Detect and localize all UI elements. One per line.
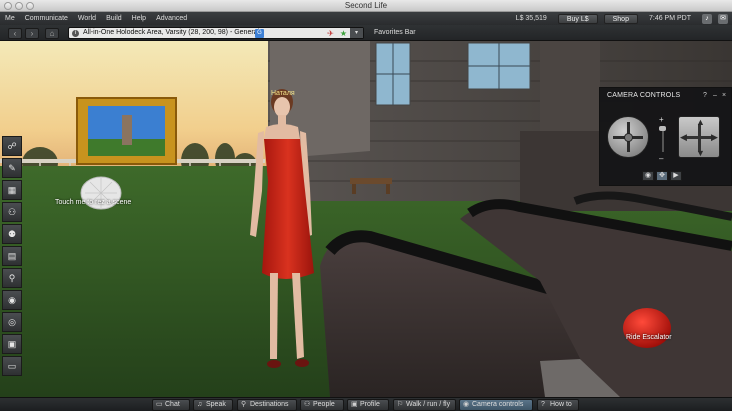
- inventory-icon[interactable]: ▤: [2, 246, 22, 266]
- camera-preset-icon[interactable]: ✥: [656, 171, 668, 181]
- menu-me[interactable]: Me: [0, 15, 20, 22]
- navigation-bar: ‹ › ⌂ i All-in-One Holodeck Area, Varsit…: [0, 25, 732, 41]
- chat-button[interactable]: ▭ Chat: [152, 399, 190, 411]
- buy-currency-button[interactable]: Buy L$: [557, 13, 598, 24]
- no-fly-icon[interactable]: ✈: [327, 29, 334, 38]
- bottom-toolbar: ▭ Chat ♫ Speak ⚲ Destinations ⚇ People ▣ Prof…: [0, 397, 732, 411]
- profile-button-label: Profile: [360, 401, 380, 408]
- chat-log-icon[interactable]: ▭: [2, 356, 22, 376]
- location-dropdown-button[interactable]: ▾: [350, 28, 363, 38]
- balance-display[interactable]: L$ 35,519: [511, 15, 552, 22]
- gestures-icon[interactable]: ☍: [2, 136, 22, 156]
- chat-button-label: Chat: [165, 401, 180, 408]
- menu-advanced[interactable]: Advanced: [151, 15, 192, 22]
- help-book-icon: ?: [541, 401, 545, 408]
- menu-help[interactable]: Help: [127, 15, 151, 22]
- profile-button[interactable]: ▣ Profile: [347, 399, 389, 411]
- people-icon[interactable]: ⚇: [2, 202, 22, 222]
- menu-bar: Me Communicate World Build Help Advanced…: [0, 12, 732, 25]
- camera-mode-buttons: ◉ ✥ ▶: [642, 171, 682, 181]
- how-to-button[interactable]: ? How to: [537, 399, 579, 411]
- profile-card-icon: ▣: [351, 401, 358, 408]
- menu-build[interactable]: Build: [101, 15, 127, 22]
- home-button[interactable]: ⌂: [45, 28, 59, 39]
- snapshot-icon[interactable]: ▣: [2, 334, 22, 354]
- pan-control[interactable]: ▲ ▼ ◀ ▶: [678, 116, 720, 158]
- walk-run-fly-button-label: Walk / run / fly: [406, 401, 451, 408]
- location-field[interactable]: i All-in-One Holodeck Area, Varsity (28,…: [68, 27, 364, 39]
- map-icon[interactable]: ▦: [2, 180, 22, 200]
- favorite-star-icon[interactable]: ★: [340, 29, 347, 38]
- forward-button[interactable]: ›: [25, 28, 39, 39]
- favorites-bar[interactable]: Favorites Bar: [374, 29, 416, 36]
- voice-icon[interactable]: ◉: [2, 290, 22, 310]
- walking-figure-icon: ⚐: [397, 401, 404, 408]
- camera-controls-button[interactable]: ◉ Camera controls: [459, 399, 533, 411]
- window-titlebar: Second Life: [0, 0, 732, 12]
- chat-icon: ▭: [156, 401, 163, 408]
- people-button[interactable]: ⚇ People: [300, 399, 344, 411]
- location-text: All-in-One Holodeck Area, Varsity (28, 2…: [83, 29, 260, 36]
- camera-controls-panel: CAMERA CONTROLS ? – × + – ▲ ▼ ◀ ▶ ◉ ✥ ▶: [599, 87, 732, 186]
- ride-escalator-label: Ride Escalator: [626, 334, 672, 341]
- pan-down-arrow-icon[interactable]: ▼: [696, 149, 705, 158]
- video-camera-icon[interactable]: ▶: [670, 171, 682, 181]
- how-to-button-label: How to: [550, 401, 572, 408]
- parcel-icons: ✈ ★: [327, 29, 347, 38]
- info-icon[interactable]: i: [72, 30, 79, 37]
- location-pin-icon: ⚲: [241, 401, 247, 408]
- eye-view-icon[interactable]: ◉: [642, 171, 654, 181]
- volume-icon[interactable]: ♪: [702, 13, 712, 24]
- close-panel-button[interactable]: ×: [722, 92, 726, 99]
- orbit-control[interactable]: [607, 116, 649, 158]
- people-button-label: People: [313, 401, 335, 408]
- back-button[interactable]: ‹: [8, 28, 22, 39]
- help-button[interactable]: ?: [703, 92, 707, 99]
- avatar-name-tag: Наталя: [271, 90, 295, 97]
- shop-button[interactable]: Shop: [603, 13, 638, 24]
- pan-left-arrow-icon[interactable]: ◀: [680, 133, 687, 142]
- speak-button-label: Speak: [206, 401, 226, 408]
- destinations-button-label: Destinations: [250, 401, 289, 408]
- zoom-in-button[interactable]: +: [659, 115, 664, 124]
- maturity-rating-badge: G: [255, 29, 264, 38]
- clock: 7:46 PM PDT: [648, 15, 691, 22]
- minimize-panel-button[interactable]: –: [713, 92, 717, 99]
- microphone-icon: ♫: [197, 401, 203, 408]
- places-icon[interactable]: ◎: [2, 312, 22, 332]
- speak-button[interactable]: ♫ Speak: [193, 399, 233, 411]
- walk-run-fly-button[interactable]: ⚐ Walk / run / fly: [393, 399, 456, 411]
- camera-controls-title: CAMERA CONTROLS: [607, 92, 681, 99]
- menu-world[interactable]: World: [73, 15, 101, 22]
- window-title: Second Life: [344, 1, 388, 10]
- pan-right-arrow-icon[interactable]: ▶: [711, 133, 718, 142]
- left-toolbar: ☍ ✎ ▦ ⚇ ⚉ ▤ ⚲ ◉ ◎ ▣ ▭: [2, 136, 22, 378]
- notifications-icon[interactable]: ✉: [718, 13, 728, 24]
- pan-up-arrow-icon[interactable]: ▲: [696, 118, 705, 127]
- touch-rez-label: Touch me to rez a scene: [55, 199, 132, 206]
- zoom-out-button[interactable]: –: [659, 154, 663, 163]
- appearance-icon[interactable]: ⚉: [2, 224, 22, 244]
- people-icon: ⚇: [304, 401, 311, 408]
- build-icon[interactable]: ✎: [2, 158, 22, 178]
- orbit-center-dot: [624, 133, 633, 142]
- camera-controls-button-label: Camera controls: [472, 401, 524, 408]
- menu-communicate[interactable]: Communicate: [20, 15, 73, 22]
- eye-icon: ◉: [463, 401, 470, 408]
- destinations-button[interactable]: ⚲ Destinations: [237, 399, 297, 411]
- zoom-slider-handle[interactable]: [659, 126, 666, 131]
- world-viewport[interactable]: Наталя Touch me to rez a scene Ride Esca…: [0, 41, 732, 397]
- search-icon[interactable]: ⚲: [2, 268, 22, 288]
- menu-status-area: L$ 35,519 Buy L$ Shop 7:46 PM PDT ♪ ✉: [511, 12, 728, 25]
